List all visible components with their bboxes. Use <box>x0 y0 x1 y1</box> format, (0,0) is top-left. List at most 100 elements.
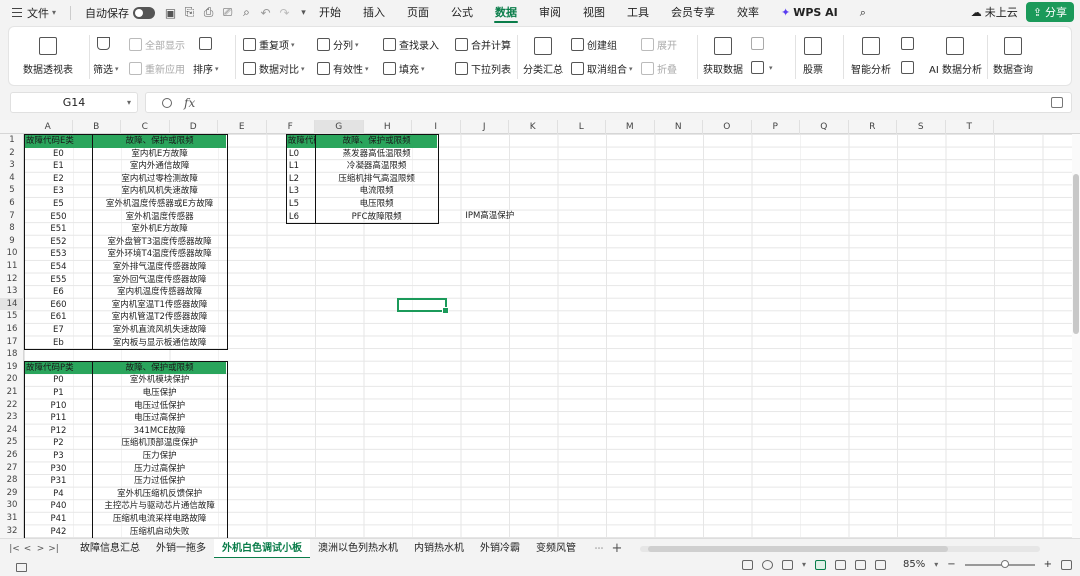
vertical-scrollbar[interactable] <box>1072 134 1080 538</box>
dropdown-list-button[interactable]: 下拉列表 <box>455 61 511 76</box>
cell-code[interactable]: E52 <box>25 235 93 249</box>
cell-code[interactable]: P42 <box>25 525 93 538</box>
header-cell-description[interactable]: 故障、保护或限频 <box>316 135 437 148</box>
row-header-13[interactable]: 13 <box>0 285 24 298</box>
table-tool-icon-button[interactable] <box>901 37 917 50</box>
column-header-a[interactable]: A <box>24 120 73 134</box>
zoom-icon[interactable] <box>162 97 172 108</box>
header-cell-code[interactable]: 故障代码P类 <box>25 361 93 375</box>
cell-description[interactable]: 电流限频 <box>316 185 437 198</box>
cell-description[interactable]: 电压过低保护 <box>93 400 226 413</box>
save-icon[interactable]: ▣ <box>163 5 178 20</box>
cell-description[interactable]: 蒸发器高低温限频 <box>316 148 437 161</box>
row-header-29[interactable]: 29 <box>0 487 24 500</box>
sort-icon-button[interactable] <box>199 37 215 50</box>
cell-description[interactable]: 室外排气温度传感器故障 <box>93 261 226 274</box>
sheet-tab[interactable]: 外销冷霸 <box>472 539 528 559</box>
spreadsheet-grid[interactable]: ABCDEFGHIJKLMNOPQRST 1 2 3 4 5 6 7 8 9 10 11 12 13 14… <box>0 120 1080 538</box>
cell-description[interactable]: PFC故障限频 <box>316 211 437 224</box>
cell-description[interactable]: 室内机管温T2传感器故障 <box>93 311 226 324</box>
row-header-25[interactable]: 25 <box>0 436 24 449</box>
tab-view[interactable]: 视图 <box>572 0 616 25</box>
cell-description[interactable]: 压缩机排气高温限频 <box>316 173 437 186</box>
tab-tools[interactable]: 工具 <box>616 0 660 25</box>
row-header-6[interactable]: 6 <box>0 197 24 210</box>
column-header-s[interactable]: S <box>897 120 946 134</box>
cell-code[interactable]: P3 <box>25 449 93 463</box>
print-icon[interactable]: ⎚ <box>220 5 235 20</box>
column-header-d[interactable]: D <box>170 120 218 134</box>
first-sheet-icon[interactable]: |< <box>8 544 21 554</box>
row-header-9[interactable]: 9 <box>0 235 24 248</box>
zoom-slider-knob[interactable] <box>1000 559 1009 568</box>
redo-icon[interactable]: ↷ <box>277 5 292 20</box>
next-sheet-icon[interactable]: > <box>34 544 47 554</box>
cell-code[interactable]: L1 <box>287 160 316 173</box>
eye-protection-icon[interactable] <box>761 559 773 570</box>
row-header-31[interactable]: 31 <box>0 512 24 525</box>
page-break-view-icon[interactable] <box>854 559 866 570</box>
cell-code[interactable]: L0 <box>287 147 316 161</box>
sheet-tab[interactable]: 外销一拖多 <box>148 539 214 559</box>
print-preview-icon[interactable]: ⌕ <box>239 5 254 20</box>
row-header-5[interactable]: 5 <box>0 184 24 197</box>
tab-efficiency[interactable]: 效率 <box>726 0 770 25</box>
fullscreen-icon[interactable] <box>1061 559 1072 570</box>
tab-data[interactable]: 数据 <box>484 0 528 25</box>
row-header-18[interactable]: 18 <box>0 348 24 361</box>
row-header-26[interactable]: 26 <box>0 449 24 462</box>
chevron-down-icon[interactable]: ▾ <box>802 560 806 569</box>
cell-code[interactable]: P31 <box>25 475 93 488</box>
tab-formula[interactable]: 公式 <box>440 0 484 25</box>
cell-description[interactable]: 主控芯片与驱动芯片通信故障 <box>93 500 226 513</box>
column-header-m[interactable]: M <box>606 120 655 134</box>
macro-record-icon[interactable] <box>16 562 27 572</box>
horizontal-scrollbar[interactable] <box>640 546 1040 552</box>
column-header-l[interactable]: L <box>558 120 606 134</box>
cell-description[interactable]: 电压过高保护 <box>93 412 226 425</box>
tab-insert[interactable]: 插入 <box>352 0 396 25</box>
column-header-h[interactable]: H <box>364 120 412 134</box>
header-cell-code[interactable]: 故障代码L类 <box>287 135 316 148</box>
cell-code[interactable]: L3 <box>287 185 316 198</box>
formula-input[interactable]: fx <box>145 92 1072 113</box>
cell-code[interactable]: E2 <box>25 172 93 186</box>
cell-code[interactable]: E51 <box>25 223 93 236</box>
focus-mode-icon[interactable] <box>781 559 793 570</box>
split-column-button[interactable]: 分列 ▾ <box>317 37 359 52</box>
cell-code[interactable]: Eb <box>25 336 93 350</box>
cell-description[interactable]: 室内机室温T1传感器故障 <box>93 299 226 312</box>
smart-analysis-button[interactable]: 智能分析 <box>851 37 891 76</box>
row-header-3[interactable]: 3 <box>0 159 24 172</box>
column-header-c[interactable]: C <box>121 120 170 134</box>
more-sheets-icon[interactable]: ⋯ <box>590 544 608 554</box>
row-header-30[interactable]: 30 <box>0 499 24 512</box>
column-header-o[interactable]: O <box>703 120 752 134</box>
row-header-20[interactable]: 20 <box>0 373 24 386</box>
cell-description[interactable]: 341MCE故障 <box>93 425 226 438</box>
cell-code[interactable]: E6 <box>25 286 93 299</box>
column-header-b[interactable]: B <box>73 120 121 134</box>
zoom-level[interactable]: 85% <box>903 559 925 570</box>
data-source-button[interactable]: ▾ <box>751 61 773 74</box>
tab-review[interactable]: 审阅 <box>528 0 572 25</box>
cell-description[interactable]: 室内机E方故障 <box>93 148 226 161</box>
share-button[interactable]: ⇪ 分享 <box>1025 2 1074 22</box>
cell-code[interactable]: E3 <box>25 185 93 198</box>
cell-description[interactable]: 室内外通信故障 <box>93 160 226 173</box>
cell-code[interactable]: E60 <box>25 298 93 312</box>
zoom-slider[interactable] <box>964 559 1035 568</box>
row-header-27[interactable]: 27 <box>0 462 24 475</box>
row-header-24[interactable]: 24 <box>0 424 24 437</box>
cell-code[interactable]: E55 <box>25 273 93 287</box>
column-header-p[interactable]: P <box>752 120 800 134</box>
subtotal-button[interactable]: 分类汇总 <box>523 37 563 76</box>
cell-code[interactable]: E1 <box>25 160 93 173</box>
get-data-button[interactable]: 获取数据 <box>703 37 743 76</box>
cell-code[interactable]: P0 <box>25 374 93 387</box>
cloud-doc-icon[interactable]: ⎘ <box>182 5 197 20</box>
cell-code[interactable]: L2 <box>287 172 316 186</box>
row-header-11[interactable]: 11 <box>0 260 24 273</box>
cell-code[interactable]: E7 <box>25 324 93 337</box>
sheet-tab[interactable]: 变频风管 <box>528 539 584 559</box>
